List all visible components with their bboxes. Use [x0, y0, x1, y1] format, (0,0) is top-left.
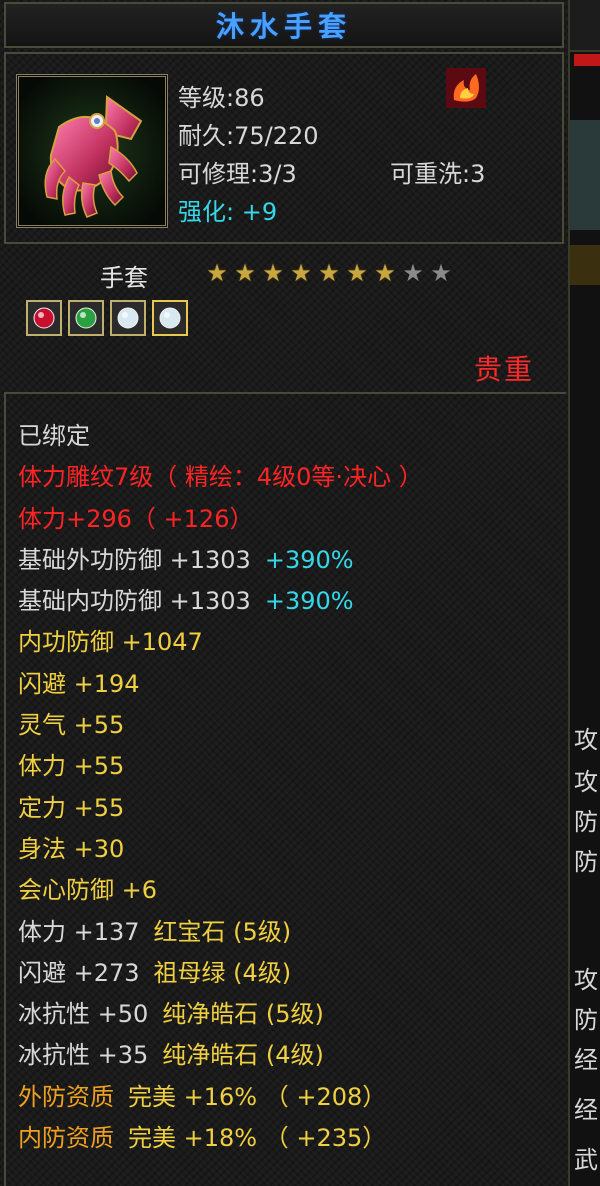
attribute-line: 体力雕纹7级（ 精绘：4级0等·决心 ） [18, 457, 566, 498]
item-rewash-count: 可重洗:3 [390, 160, 486, 188]
ruby-gem-icon[interactable] [26, 300, 62, 336]
star-icon: ★ [374, 259, 396, 287]
attribute-text: 外防资质 [18, 1082, 114, 1111]
attribute-text: 体力 +55 [18, 752, 125, 781]
item-tooltip: 沐水手套 等级:86 耐久:75/220 可修理:3/3 可重洗:3 强化: +… [0, 0, 570, 1186]
attribute-text: 定力 +55 [18, 793, 125, 822]
attribute-line: 外防资质 完美 +16% （ +208） [18, 1077, 566, 1118]
star-icon: ★ [402, 259, 424, 287]
attribute-text: 祖母绿 (4级) [153, 958, 292, 987]
attribute-line: 身法 +30 [18, 829, 566, 870]
item-icon-frame[interactable] [16, 74, 168, 228]
emerald-gem-icon[interactable] [68, 300, 104, 336]
item-name: 沐水手套 [215, 10, 352, 43]
attribute-line: 闪避 +194 [18, 664, 566, 705]
attribute-line: 内防资质 完美 +18% （ +235） [18, 1118, 566, 1159]
attribute-text: 体力雕纹7级（ 精绘：4级0等·决心 ） [18, 463, 423, 492]
attribute-text: 纯净皓石 (4级) [162, 1041, 324, 1070]
attribute-text: 冰抗性 +50 [18, 1000, 149, 1029]
attribute-text: 内功防御 +1047 [18, 628, 203, 657]
attribute-text: 基础外功防御 +1303 [18, 545, 251, 574]
attribute-text: +390% [264, 545, 354, 574]
attribute-text: 内防资质 [18, 1124, 114, 1153]
attribute-text: 会心防御 +6 [18, 876, 158, 905]
side-panel-char: 经 [574, 1046, 598, 1074]
attribute-line: 基础外功防御 +1303 +390% [18, 540, 566, 581]
attribute-line: 会心防御 +6 [18, 870, 566, 911]
attribute-line: 灵气 +55 [18, 705, 566, 746]
attribute-text: 基础内功防御 +1303 [18, 587, 251, 616]
side-panel-char: 防 [574, 848, 598, 876]
star-icon: ★ [290, 259, 312, 287]
attribute-text: 纯净皓石 (5级) [162, 1000, 324, 1029]
attribute-text: 完美 +18% （ +235） [128, 1124, 387, 1153]
item-type: 手套 [100, 264, 148, 292]
attribute-text: 完美 +16% （ +208） [128, 1082, 387, 1111]
attribute-text: 已绑定 [18, 422, 90, 450]
attribute-text: 身法 +30 [18, 834, 125, 863]
item-level: 等级:86 [178, 84, 265, 112]
attribute-text: 灵气 +55 [18, 711, 125, 740]
star-icon: ★ [430, 259, 452, 287]
diamond-gem-icon[interactable] [152, 300, 188, 336]
diamond-gem-icon[interactable] [110, 300, 146, 336]
attribute-line: 体力 +55 [18, 746, 566, 787]
star-icon: ★ [206, 259, 228, 287]
side-panel-char: 经 [574, 1096, 598, 1124]
item-repair-count: 可修理:3/3 [178, 160, 297, 188]
item-title-bar: 沐水手套 [4, 2, 564, 48]
side-panel-char: 防 [574, 1006, 598, 1034]
attribute-text: 红宝石 (5级) [153, 917, 292, 946]
attribute-text: +390% [264, 587, 354, 616]
attribute-text: 体力 +137 [18, 917, 140, 946]
attribute-line: 内功防御 +1047 [18, 622, 566, 663]
item-summary: 手套 ★ ★ ★ ★ ★ ★ ★ ★ ★ 贵重 [4, 248, 564, 388]
gem-sockets [26, 300, 188, 336]
attribute-text: 闪避 +273 [18, 958, 140, 987]
side-panel-char: 攻 [574, 726, 598, 754]
side-panel-char: 攻 [574, 966, 598, 994]
item-durability: 耐久:75/220 [178, 122, 319, 150]
star-rating: ★ ★ ★ ★ ★ ★ ★ ★ ★ [204, 260, 454, 286]
flame-badge-icon [446, 68, 486, 108]
glove-icon [19, 77, 165, 225]
attribute-text: 冰抗性 +35 [18, 1041, 149, 1070]
attribute-line: 闪避 +273 祖母绿 (4级) [18, 953, 566, 994]
attribute-line: 基础内功防御 +1303 +390% [18, 581, 566, 622]
side-panel-char: 攻 [574, 768, 598, 796]
attribute-text: 体力+296（ +126） [18, 504, 254, 533]
enhance-label: 强化: [178, 198, 235, 226]
star-icon: ★ [318, 259, 340, 287]
attribute-line: 已绑定 [18, 416, 566, 457]
side-panel-char: 武 [574, 1146, 598, 1174]
attribute-line: 冰抗性 +35 纯净皓石 (4级) [18, 1035, 566, 1076]
item-header: 等级:86 耐久:75/220 可修理:3/3 可重洗:3 强化: +9 [4, 52, 564, 244]
attribute-line: 定力 +55 [18, 788, 566, 829]
side-panel: 攻攻防防攻防经经武 [570, 0, 600, 1186]
attribute-text: 闪避 +194 [18, 669, 140, 698]
item-enhance: 强化: +9 [178, 192, 277, 227]
attribute-list: 已绑定体力雕纹7级（ 精绘：4级0等·决心 ） 体力+296（ +126） 基础外功… [4, 392, 566, 1186]
star-icon: ★ [234, 259, 256, 287]
side-panel-char: 防 [574, 808, 598, 836]
star-icon: ★ [262, 259, 284, 287]
quality-label: 贵重 [473, 353, 534, 386]
attribute-line: 体力+296（ +126） [18, 499, 566, 540]
attribute-line: 冰抗性 +50 纯净皓石 (5级) [18, 994, 566, 1035]
enhance-value: +9 [241, 198, 278, 226]
star-icon: ★ [346, 259, 368, 287]
attribute-line: 体力 +137 红宝石 (5级) [18, 912, 566, 953]
